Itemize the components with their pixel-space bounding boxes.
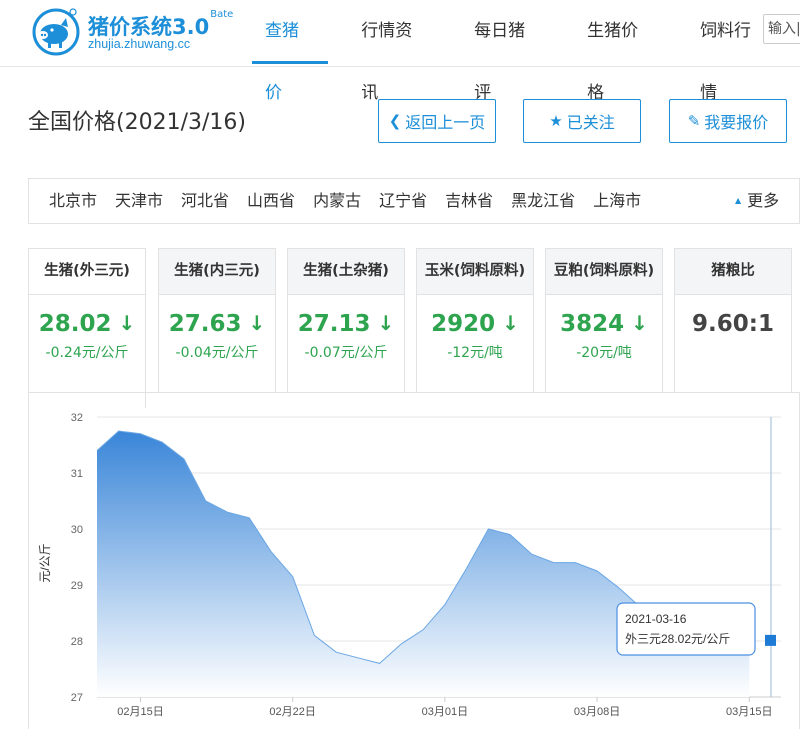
- card-title: 玉米(饲料原料): [417, 249, 533, 295]
- card-title: 生猪(外三元): [29, 249, 145, 295]
- brand-tag: Bate: [210, 9, 234, 20]
- province-item[interactable]: 天津市: [115, 179, 163, 223]
- card-value: 9.60:1: [675, 311, 791, 337]
- nav-item-daily-review[interactable]: 每日猪评: [461, 0, 554, 103]
- province-item[interactable]: 内蒙古: [313, 179, 361, 223]
- card-change: -0.07元/公斤: [304, 345, 388, 361]
- y-tick-label: 28: [71, 636, 83, 648]
- province-bar: 北京市 天津市 河北省 山西省 内蒙古 辽宁省 吉林省 黑龙江省 上海市 ▲ 更多: [28, 178, 800, 224]
- x-tick-label: 02月22日: [269, 706, 315, 718]
- card-value-number: 2920: [431, 311, 496, 337]
- brand-title: 猪价系统3.0: [88, 15, 210, 39]
- chevron-left-icon: ❮: [388, 112, 402, 130]
- card-value-number: 3824: [560, 311, 625, 337]
- card-change: -0.24元/公斤: [45, 345, 129, 361]
- price-card-corn[interactable]: 玉米(饲料原料) 2920 ↓ -12元/吨: [416, 248, 534, 393]
- price-card-soybean-meal[interactable]: 豆粕(饲料原料) 3824 ↓ -20元/吨: [545, 248, 663, 393]
- arrow-down-icon: ↓: [631, 311, 648, 335]
- card-value-number: 28.02: [38, 311, 112, 337]
- card-value-number: 27.13: [297, 311, 371, 337]
- arrow-down-icon: ↓: [118, 311, 136, 335]
- province-item[interactable]: 山西省: [247, 179, 295, 223]
- arrow-down-icon: ↓: [248, 311, 266, 335]
- price-card-hog-grain-ratio[interactable]: 猪粮比 9.60:1: [674, 248, 792, 393]
- series-point-marker: [765, 634, 776, 646]
- edit-icon: ✎: [687, 112, 701, 130]
- nav-item-check-price[interactable]: 查猪价: [252, 0, 329, 103]
- star-icon: ★: [549, 112, 563, 130]
- quote-button-label: 我要报价: [704, 113, 769, 132]
- arrow-down-icon: ↓: [377, 311, 395, 335]
- brand-domain: zhujia.zhuwang.cc: [88, 37, 191, 51]
- card-title: 生猪(内三元): [159, 249, 275, 295]
- card-value: 2920 ↓: [417, 311, 533, 337]
- x-tick-label: 03月01日: [422, 706, 468, 718]
- search-input[interactable]: 输入|: [763, 14, 800, 44]
- card-value: 3824 ↓: [546, 311, 662, 337]
- card-value: 27.13 ↓: [288, 311, 404, 337]
- arrow-down-icon: ↓: [502, 311, 519, 335]
- y-tick-label: 31: [71, 468, 83, 480]
- page-title: 全国价格(2021/3/16): [28, 110, 246, 135]
- main-nav: 查猪价 行情资讯 每日猪评 生猪价格 饲料行情: [252, 0, 800, 103]
- more-provinces-button[interactable]: ▲ 更多: [735, 179, 779, 226]
- x-tick-label: 03月08日: [574, 706, 620, 718]
- tooltip-date: 2021-03-16: [625, 612, 687, 626]
- card-value-number: 27.63: [168, 311, 242, 337]
- card-value: 28.02 ↓: [29, 311, 145, 337]
- card-title: 猪粮比: [675, 249, 791, 295]
- price-trend-svg: 27 28 29 30 31 32 元/公斤 02月15日 02月22日 03月01日 03月08日…: [38, 412, 781, 718]
- price-card-outer-three[interactable]: 生猪(外三元) 28.02 ↓ -0.24元/公斤: [28, 248, 146, 408]
- y-tick-label: 30: [71, 524, 83, 536]
- card-change: -12元/吨: [447, 345, 503, 361]
- nav-item-market-news[interactable]: 行情资讯: [348, 0, 441, 103]
- price-trend-chart: 27 28 29 30 31 32 元/公斤 02月15日 02月22日 03月01日 03月08日…: [28, 392, 800, 729]
- more-label: 更多: [747, 191, 780, 210]
- province-item[interactable]: 吉林省: [445, 179, 493, 223]
- back-button[interactable]: ❮ 返回上一页: [378, 99, 496, 143]
- card-change: -20元/吨: [576, 345, 632, 361]
- price-card-local-hog[interactable]: 生猪(土杂猪) 27.13 ↓ -0.07元/公斤: [287, 248, 405, 393]
- top-header: 猪价系统3.0Bate zhujia.zhuwang.cc 查猪价 行情资讯 每…: [0, 0, 800, 103]
- y-tick-label: 29: [71, 580, 83, 592]
- price-card-inner-three[interactable]: 生猪(内三元) 27.63 ↓ -0.04元/公斤: [158, 248, 276, 393]
- tooltip-value: 外三元28.02元/公斤: [625, 632, 730, 646]
- x-tick-label: 03月15日: [726, 706, 772, 718]
- x-tick-label: 02月15日: [117, 706, 163, 718]
- card-title: 豆粕(饲料原料): [546, 249, 662, 295]
- card-value: 27.63 ↓: [159, 311, 275, 337]
- province-item[interactable]: 上海市: [593, 179, 641, 223]
- pig-logo-icon[interactable]: [28, 4, 80, 56]
- province-item[interactable]: 黑龙江省: [511, 179, 575, 223]
- follow-button-label: 已关注: [566, 113, 615, 132]
- tooltip-box: [616, 602, 756, 656]
- province-list: 北京市 天津市 河北省 山西省 内蒙古 辽宁省 吉林省 黑龙江省 上海市: [49, 179, 659, 223]
- y-axis-label: 元/公斤: [38, 543, 52, 582]
- card-value-number: 9.60:1: [692, 311, 774, 337]
- quote-button[interactable]: ✎ 我要报价: [669, 99, 787, 143]
- back-button-label: 返回上一页: [405, 113, 486, 132]
- card-title: 生猪(土杂猪): [288, 249, 404, 295]
- series-area: [97, 431, 750, 697]
- province-item[interactable]: 辽宁省: [379, 179, 427, 223]
- follow-button[interactable]: ★ 已关注: [523, 99, 641, 143]
- nav-item-hog-price[interactable]: 生猪价格: [574, 0, 667, 103]
- y-tick-label: 32: [71, 412, 83, 424]
- province-item[interactable]: 河北省: [181, 179, 229, 223]
- card-change: -0.04元/公斤: [175, 345, 259, 361]
- y-tick-label: 27: [71, 692, 83, 704]
- triangle-up-icon: ▲: [735, 196, 742, 205]
- province-item[interactable]: 北京市: [49, 179, 97, 223]
